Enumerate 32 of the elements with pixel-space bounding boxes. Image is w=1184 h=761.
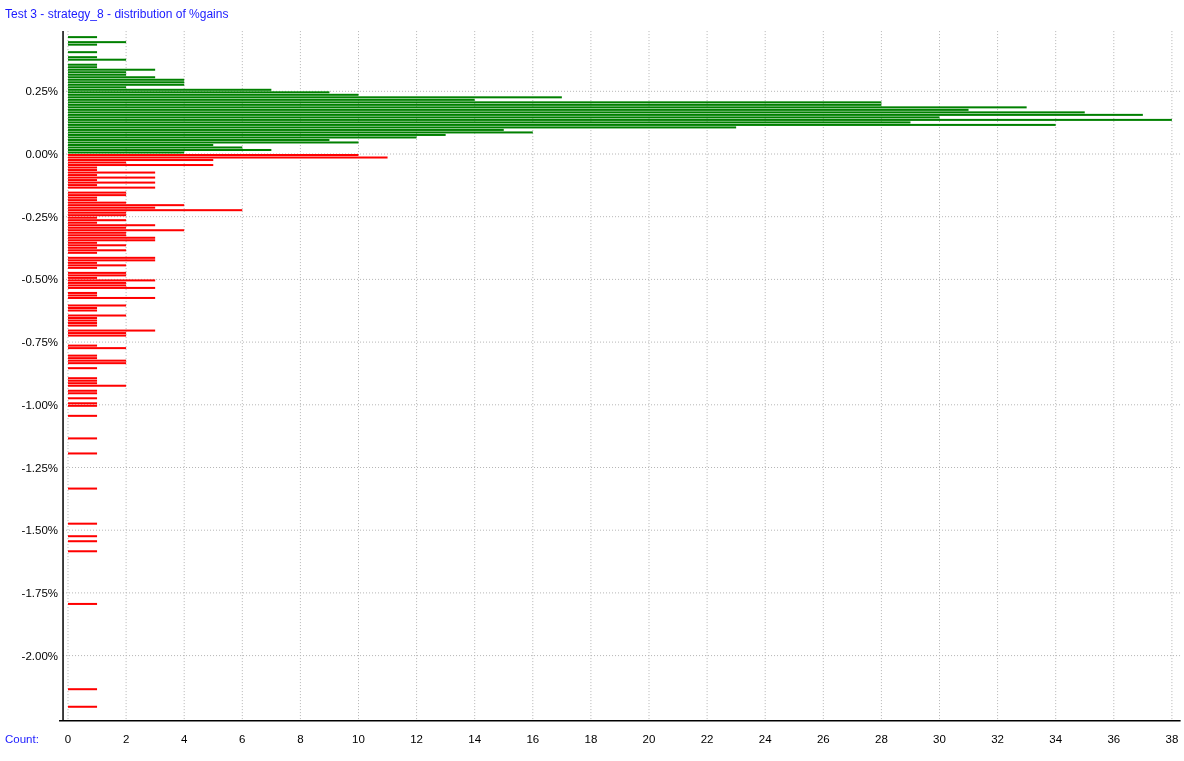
axis-tick-label: 22	[700, 732, 714, 745]
axis-tick-label: -0.25%	[21, 210, 58, 223]
axis-tick-label: -0.50%	[21, 273, 58, 286]
chart-title: Test 3 - strategy_8 - distribution of %gains	[4, 6, 230, 23]
axis-tick-label: -2.00%	[21, 649, 58, 662]
axis-tick-label: 2	[122, 732, 130, 745]
axis-tick-label: 26	[816, 732, 830, 745]
axis-tick-label: 36	[1107, 732, 1121, 745]
axis-tick-label: 14	[468, 732, 482, 745]
axis-tick-label: 0.25%	[25, 85, 58, 98]
axis-tick-label: 6	[239, 732, 246, 745]
axis-tick-label: -1.75%	[21, 586, 58, 599]
axis-tick-label: 0	[64, 732, 72, 745]
axis-tick-label: 4	[181, 732, 188, 745]
axis-label: Count:	[5, 732, 39, 745]
axis-tick-label: 32	[991, 732, 1004, 745]
axis-tick-label: 12	[410, 732, 423, 745]
axis-tick-label: -1.50%	[21, 524, 58, 537]
axis-tick-label: 10	[352, 732, 365, 745]
axis-tick-label: 38	[1165, 732, 1179, 745]
axis-tick-label: 8	[297, 732, 304, 745]
axis-tick-label: 24	[758, 732, 772, 745]
axis-tick-label: 0.00%	[25, 148, 58, 160]
axis-tick-label: 34	[1049, 732, 1063, 745]
axis-tick-label: 30	[933, 732, 946, 745]
axis-tick-label: 16	[526, 732, 540, 745]
axis-tick-label: 28	[875, 732, 888, 745]
axis-tick-label: -1.00%	[21, 398, 58, 411]
axis-tick-label: 20	[642, 732, 656, 745]
axis-tick-label: -1.25%	[21, 461, 58, 474]
axis-tick-label: -0.75%	[21, 336, 58, 349]
axis-tick-label: 18	[584, 732, 598, 745]
